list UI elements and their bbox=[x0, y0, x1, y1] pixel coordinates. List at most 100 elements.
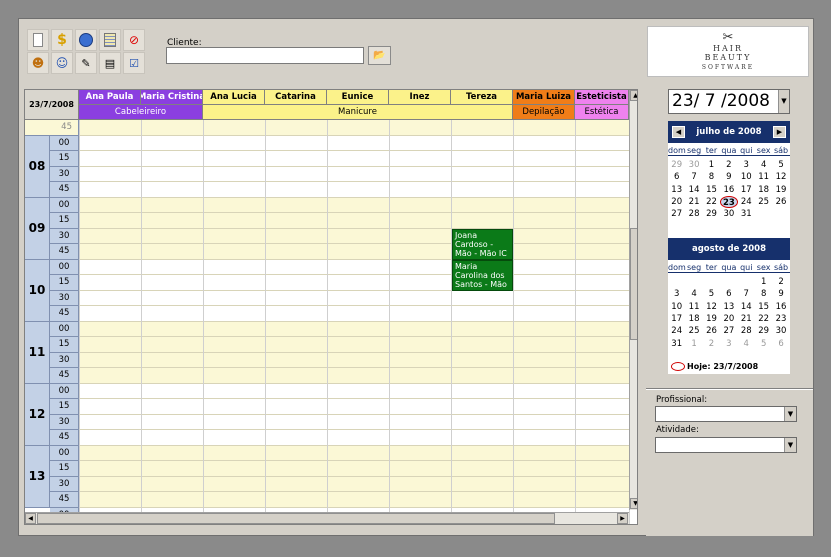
calendar-day[interactable]: 4 bbox=[738, 338, 755, 350]
time-slot-row[interactable] bbox=[79, 135, 629, 151]
time-slot-row[interactable] bbox=[79, 197, 629, 213]
appointment[interactable]: Maria Carolina dos Santos - Mão bbox=[452, 259, 513, 291]
scroll-thumb[interactable] bbox=[630, 228, 637, 340]
calendar-day[interactable]: 26 bbox=[772, 196, 789, 208]
calendar-day[interactable]: 2 bbox=[720, 159, 737, 171]
time-slot-row[interactable] bbox=[79, 476, 629, 492]
calendar-day[interactable]: 7 bbox=[738, 288, 755, 300]
new-document-icon[interactable] bbox=[27, 29, 49, 51]
calendar-day[interactable]: 10 bbox=[738, 171, 755, 183]
calendar-day[interactable]: 16 bbox=[772, 301, 789, 313]
time-slot-row[interactable] bbox=[79, 321, 629, 337]
cliente-input[interactable] bbox=[166, 47, 364, 64]
vertical-scrollbar[interactable]: ▲ ▼ bbox=[629, 90, 637, 510]
horizontal-scrollbar[interactable]: ◀ ▶ bbox=[25, 512, 629, 524]
time-slot-row[interactable] bbox=[79, 368, 629, 384]
time-slot-row[interactable] bbox=[79, 430, 629, 446]
calendar-day[interactable]: 29 bbox=[668, 159, 685, 171]
calendar-day[interactable]: 3 bbox=[720, 338, 737, 350]
date-picker[interactable]: 23/ 7 /2008 ▼ bbox=[668, 89, 790, 114]
calendar-day[interactable]: 11 bbox=[755, 171, 772, 183]
time-slot-row[interactable] bbox=[79, 166, 629, 182]
calendar-day[interactable]: 2 bbox=[772, 276, 789, 288]
calendar-day[interactable]: 14 bbox=[685, 184, 702, 196]
calendar-day[interactable]: 30 bbox=[720, 208, 737, 220]
users-icon[interactable]: ☻ bbox=[27, 52, 49, 74]
chevron-down-icon[interactable]: ▼ bbox=[784, 438, 796, 452]
calendar-day[interactable]: 8 bbox=[755, 288, 772, 300]
calendar-day[interactable]: 24 bbox=[738, 196, 755, 208]
professional-header[interactable]: Maria Luiza bbox=[513, 90, 575, 105]
time-slot-row[interactable] bbox=[79, 259, 629, 275]
calendar-day[interactable]: 15 bbox=[755, 301, 772, 313]
calendar-day[interactable]: 22 bbox=[755, 313, 772, 325]
calendar-day[interactable]: 6 bbox=[772, 338, 789, 350]
calendar-day[interactable]: 4 bbox=[755, 159, 772, 171]
time-slot-row[interactable] bbox=[79, 182, 629, 198]
professional-header[interactable]: Eunice bbox=[327, 90, 389, 105]
calendar-day[interactable]: 20 bbox=[668, 196, 685, 208]
calendar-day[interactable]: 21 bbox=[685, 196, 702, 208]
folder-search-icon[interactable]: 📂 bbox=[368, 46, 391, 65]
calendar-day[interactable]: 26 bbox=[703, 325, 720, 337]
calendar-day[interactable]: 11 bbox=[685, 301, 702, 313]
profissional-select[interactable]: ▼ bbox=[655, 406, 797, 422]
chevron-down-icon[interactable]: ▼ bbox=[784, 407, 796, 421]
calendar-day[interactable]: 30 bbox=[685, 159, 702, 171]
time-slot-row[interactable] bbox=[79, 290, 629, 306]
calendar-day[interactable]: 31 bbox=[668, 338, 685, 350]
professional-header[interactable]: Ana Lucia bbox=[203, 90, 265, 105]
chevron-down-icon[interactable]: ▼ bbox=[778, 90, 789, 113]
calendar-day[interactable]: 20 bbox=[720, 313, 737, 325]
calendar-day[interactable]: 21 bbox=[738, 313, 755, 325]
time-slot-row[interactable] bbox=[79, 414, 629, 430]
calendar-day[interactable]: 14 bbox=[738, 301, 755, 313]
calendar-day[interactable]: 13 bbox=[668, 184, 685, 196]
professional-header[interactable]: Tereza bbox=[451, 90, 513, 105]
next-month-icon[interactable]: ▶ bbox=[773, 126, 786, 138]
calendar-day[interactable]: 5 bbox=[772, 159, 789, 171]
time-slot-row[interactable] bbox=[79, 275, 629, 291]
calendar-day[interactable]: 5 bbox=[755, 338, 772, 350]
scroll-left-icon[interactable]: ◀ bbox=[25, 513, 36, 524]
time-slot-row[interactable] bbox=[79, 228, 629, 244]
time-slot-row[interactable] bbox=[79, 120, 629, 136]
calendar-day[interactable]: 3 bbox=[668, 288, 685, 300]
calendar-day[interactable]: 12 bbox=[772, 171, 789, 183]
calendar-day[interactable]: 28 bbox=[685, 208, 702, 220]
scroll-right-icon[interactable]: ▶ bbox=[617, 513, 628, 524]
money-icon[interactable]: $ bbox=[51, 29, 73, 51]
scroll-thumb-horizontal[interactable] bbox=[37, 513, 555, 524]
calendar-day[interactable]: 15 bbox=[703, 184, 720, 196]
cancel-icon[interactable]: ⊘ bbox=[123, 29, 145, 51]
checklist-icon[interactable]: ☑ bbox=[123, 52, 145, 74]
calendar-day[interactable]: 16 bbox=[720, 184, 737, 196]
calendar-day[interactable]: 18 bbox=[755, 184, 772, 196]
calendar-day[interactable]: 23 bbox=[772, 313, 789, 325]
time-slot-row[interactable] bbox=[79, 337, 629, 353]
atividade-select[interactable]: ▼ bbox=[655, 437, 797, 453]
calendar-day[interactable]: 25 bbox=[755, 196, 772, 208]
calendar-day[interactable]: 29 bbox=[703, 208, 720, 220]
edit-icon[interactable]: ✎ bbox=[75, 52, 97, 74]
calendar-day[interactable]: 28 bbox=[738, 325, 755, 337]
calendar-day[interactable]: 6 bbox=[720, 288, 737, 300]
calendar-day[interactable]: 22 bbox=[703, 196, 720, 208]
calendar-day[interactable]: 23 bbox=[720, 195, 738, 208]
calendar-day[interactable]: 6 bbox=[668, 171, 685, 183]
calendar-day[interactable]: 24 bbox=[668, 325, 685, 337]
time-slot-row[interactable] bbox=[79, 383, 629, 399]
time-slot-row[interactable] bbox=[79, 306, 629, 322]
time-slot-row[interactable] bbox=[79, 492, 629, 508]
professional-header[interactable]: Catarina bbox=[265, 90, 327, 105]
calendar-day[interactable]: 27 bbox=[720, 325, 737, 337]
calendar-day[interactable]: 7 bbox=[685, 171, 702, 183]
scroll-down-icon[interactable]: ▼ bbox=[630, 498, 637, 509]
calendar-day[interactable]: 4 bbox=[685, 288, 702, 300]
professional-header[interactable]: Esteticista bbox=[575, 90, 629, 105]
time-slot-row[interactable] bbox=[79, 244, 629, 260]
calendar-day[interactable]: 1 bbox=[755, 276, 772, 288]
calendar-day[interactable]: 12 bbox=[703, 301, 720, 313]
previous-month-icon[interactable]: ◀ bbox=[672, 126, 685, 138]
report-icon[interactable]: ▤ bbox=[99, 52, 121, 74]
